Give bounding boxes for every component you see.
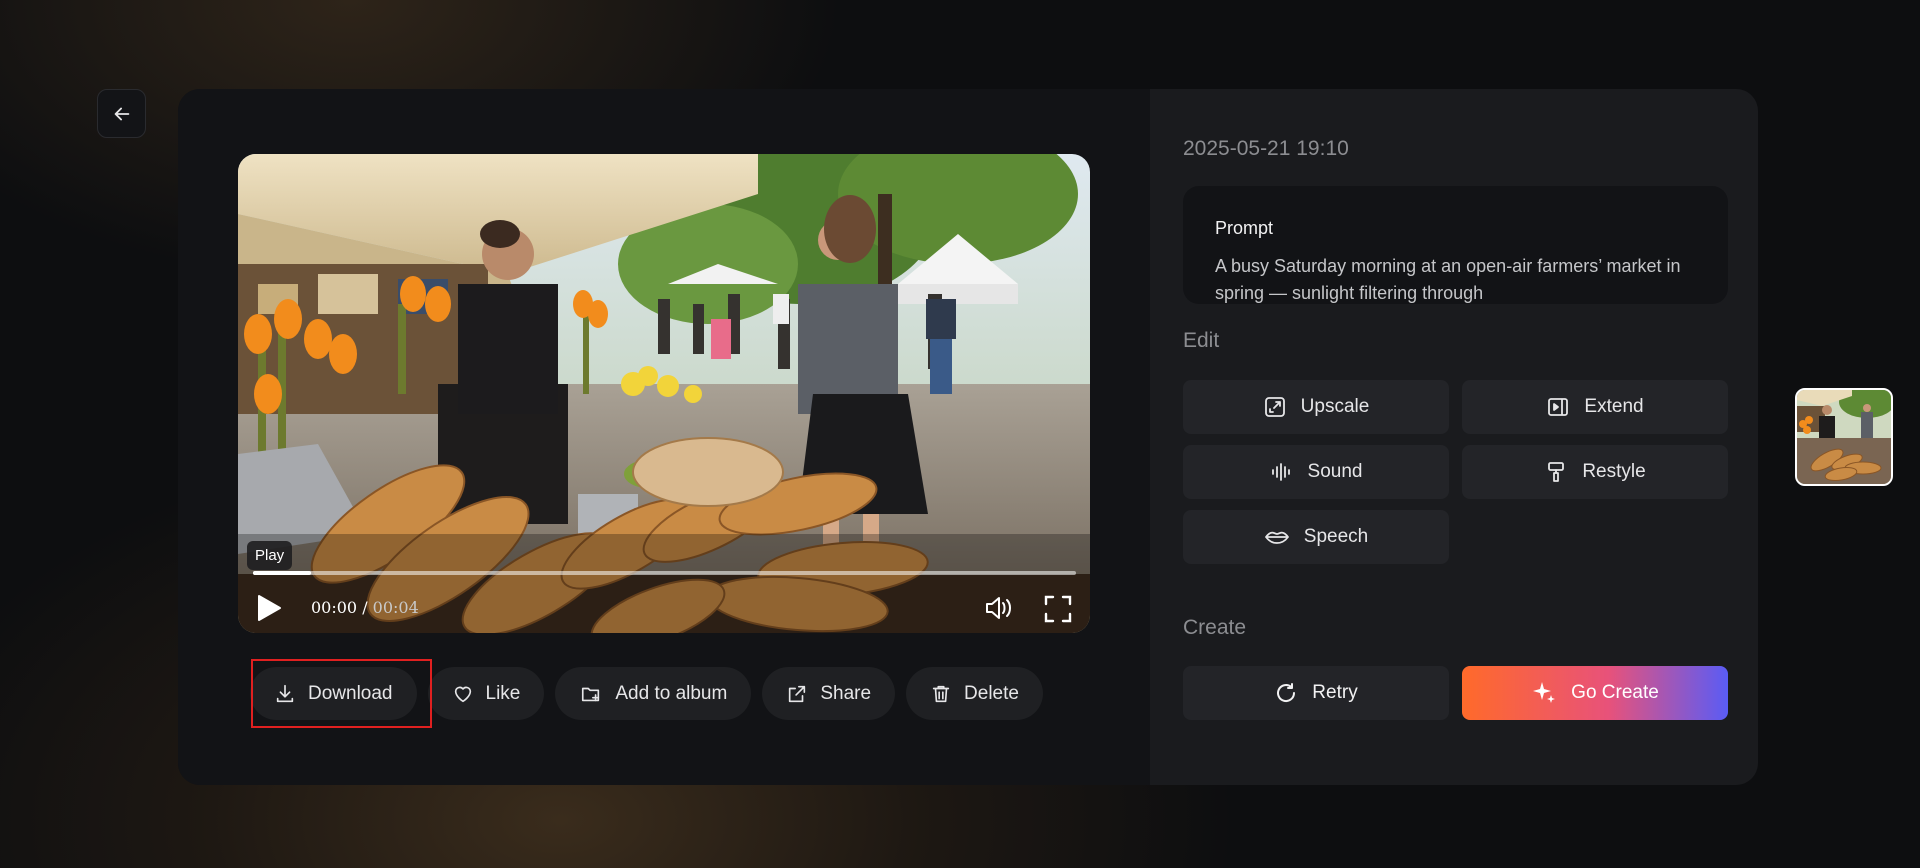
create-actions: Retry Go Create <box>1183 666 1728 720</box>
download-button[interactable]: Download <box>250 667 417 720</box>
current-time: 00:00 <box>311 598 358 617</box>
retry-button[interactable]: Retry <box>1183 666 1449 720</box>
progress-fill <box>253 571 311 575</box>
go-create-label: Go Create <box>1571 682 1659 703</box>
retry-label: Retry <box>1312 682 1358 703</box>
sound-button[interactable]: Sound <box>1183 445 1449 499</box>
thumbnail-image <box>1797 390 1891 484</box>
edit-label: Edit <box>1183 329 1220 352</box>
prompt-title: Prompt <box>1215 218 1274 238</box>
restyle-label: Restyle <box>1582 461 1646 482</box>
time-separator: / <box>357 598 373 617</box>
folder-plus-icon <box>582 687 600 701</box>
paint-roller-icon <box>1548 462 1565 482</box>
volume-icon[interactable] <box>984 594 1014 622</box>
details-panel: 2025-05-21 19:10 Prompt A busy Saturday … <box>1150 89 1758 785</box>
download-icon <box>276 684 294 702</box>
detail-card: Play 00:00 / 00:04 Download Like Add to … <box>178 89 1758 785</box>
share-button[interactable]: Share <box>762 667 896 720</box>
add-to-album-button[interactable]: Add to album <box>555 667 752 720</box>
created-date: 2025-05-21 19:10 <box>1183 137 1349 160</box>
arrow-left-icon <box>114 107 129 120</box>
time-display: 00:00 / 00:04 <box>311 598 419 617</box>
action-bar: Download Like Add to album Share Delete <box>250 667 1043 720</box>
video-player[interactable]: Play 00:00 / 00:04 <box>238 154 1090 633</box>
trash-icon <box>932 685 950 702</box>
add-to-album-label: Add to album <box>615 682 728 704</box>
prompt-text: A busy Saturday morning at an open-air f… <box>1215 256 1681 303</box>
prompt-box: Prompt A busy Saturday morning at an ope… <box>1183 186 1728 304</box>
video-frame <box>238 154 1090 633</box>
like-label: Like <box>485 682 521 704</box>
back-button[interactable] <box>97 89 146 138</box>
video-thumbnail[interactable] <box>1795 388 1893 486</box>
extend-icon <box>1548 398 1569 416</box>
upscale-button[interactable]: Upscale <box>1183 380 1449 434</box>
waveform-icon <box>1271 463 1290 481</box>
delete-button[interactable]: Delete <box>906 667 1043 720</box>
sparkle-icon <box>1533 682 1556 703</box>
extend-button[interactable]: Extend <box>1462 380 1728 434</box>
speech-label: Speech <box>1303 526 1369 547</box>
speech-button[interactable]: Speech <box>1183 510 1449 564</box>
share-label: Share <box>820 682 872 704</box>
create-label: Create <box>1183 616 1247 639</box>
download-label: Download <box>308 682 393 704</box>
like-button[interactable]: Like <box>427 667 545 720</box>
play-icon[interactable] <box>256 594 282 622</box>
sound-label: Sound <box>1307 461 1363 482</box>
extend-label: Extend <box>1584 396 1644 417</box>
upscale-icon <box>1264 397 1285 417</box>
media-panel: Play 00:00 / 00:04 Download Like Add to … <box>178 89 1150 785</box>
upscale-label: Upscale <box>1300 396 1370 417</box>
share-icon <box>789 685 806 702</box>
edit-tools: Upscale Extend Sound Restyle Speech <box>1183 380 1728 564</box>
delete-label: Delete <box>964 682 1019 704</box>
progress-bar[interactable] <box>253 571 1076 575</box>
fullscreen-icon[interactable] <box>1044 595 1072 623</box>
heart-icon <box>454 686 471 702</box>
go-create-button[interactable]: Go Create <box>1462 666 1728 720</box>
lips-icon <box>1264 531 1289 544</box>
restyle-button[interactable]: Restyle <box>1462 445 1728 499</box>
duration: 00:04 <box>372 598 419 617</box>
refresh-icon <box>1277 683 1296 702</box>
play-tooltip: Play <box>247 541 293 570</box>
